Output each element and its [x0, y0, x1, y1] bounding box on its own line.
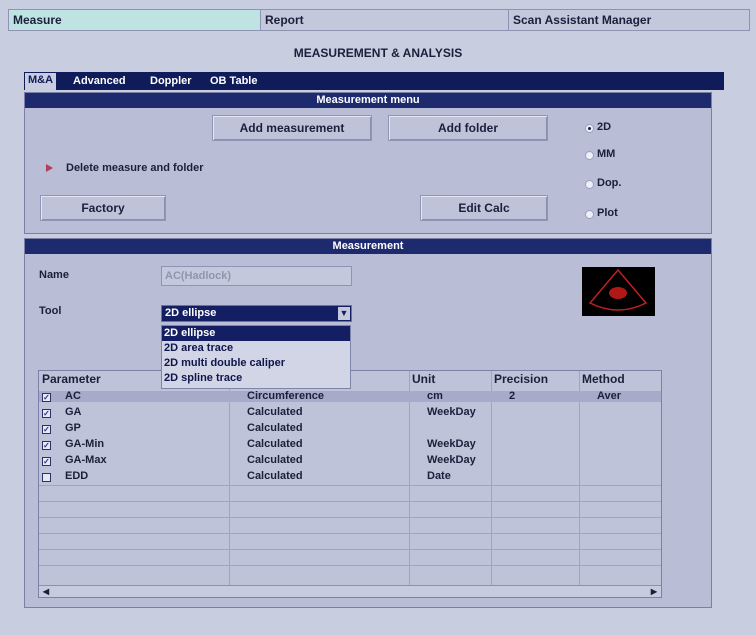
row-checkbox[interactable]	[42, 473, 51, 482]
page-title: MEASUREMENT & ANALYSIS	[293, 46, 463, 60]
row-divider	[39, 485, 661, 486]
tool-option[interactable]: 2D multi double caliper	[162, 356, 350, 371]
type-cell: Circumference	[247, 390, 325, 402]
tab-doppler[interactable]: Doppler	[147, 74, 195, 89]
delete-arrow-icon[interactable]	[46, 164, 53, 172]
tab-scan-assistant-manager[interactable]: Scan Assistant Manager	[508, 9, 750, 31]
mode-plot-radio[interactable]	[585, 210, 594, 219]
add-measurement-button[interactable]: Add measurement	[212, 115, 372, 141]
mode-2d-label: 2D	[597, 121, 612, 133]
unit-cell: Date	[427, 470, 451, 482]
chevron-down-icon[interactable]: ▼	[338, 307, 350, 320]
ultrasound-thumbnail	[582, 267, 655, 316]
horizontal-scrollbar[interactable]: ◀ ▶	[39, 585, 661, 597]
mode-mm-label: MM	[597, 148, 616, 160]
mode-mm-radio[interactable]	[585, 151, 594, 160]
unit-cell: WeekDay	[427, 454, 476, 466]
row-divider	[39, 565, 661, 566]
scroll-right-icon[interactable]: ▶	[649, 586, 659, 597]
tab-measure[interactable]: Measure	[8, 9, 261, 31]
parameter-cell: GA-Min	[65, 438, 105, 450]
tab-report[interactable]: Report	[260, 9, 509, 31]
measurement-table: Parameter Unit Precision Method ✓ AC Cir…	[38, 370, 662, 598]
delete-measure-and-folder-label[interactable]: Delete measure and folder	[66, 162, 204, 174]
unit-cell: cm	[427, 390, 443, 402]
type-cell: Calculated	[247, 422, 303, 434]
column-header-precision[interactable]: Precision	[491, 371, 578, 387]
row-checkbox[interactable]: ✓	[42, 393, 51, 402]
unit-cell: WeekDay	[427, 438, 476, 450]
mode-dop-label: Dop.	[597, 177, 622, 189]
row-checkbox[interactable]: ✓	[42, 457, 51, 466]
scroll-left-icon[interactable]: ◀	[41, 586, 51, 597]
tool-select-value: 2D ellipse	[165, 307, 217, 319]
row-checkbox[interactable]: ✓	[42, 409, 51, 418]
tab-ob-table[interactable]: OB Table	[207, 74, 260, 89]
measurement-menu-header: Measurement menu	[25, 93, 711, 108]
add-folder-button[interactable]: Add folder	[388, 115, 548, 141]
type-cell: Calculated	[247, 438, 303, 450]
sub-tab-bar	[24, 72, 724, 90]
name-field[interactable]: AC(Hadlock)	[161, 266, 352, 286]
table-row[interactable]: ✓ AC Circumference cm 2 Aver	[39, 391, 661, 402]
row-checkbox[interactable]: ✓	[42, 425, 51, 434]
edit-calc-button[interactable]: Edit Calc	[420, 195, 548, 221]
tab-advanced[interactable]: Advanced	[70, 74, 129, 89]
ultrasound-sector-icon	[588, 268, 648, 311]
measure-screen: Measure Report Scan Assistant Manager ME…	[0, 0, 756, 635]
tool-option[interactable]: 2D spline trace	[162, 371, 350, 386]
parameter-cell: EDD	[65, 470, 89, 482]
row-divider	[39, 549, 661, 550]
measurement-header: Measurement	[25, 239, 711, 254]
type-cell: Calculated	[247, 454, 303, 466]
tool-select[interactable]: 2D ellipse ▼	[161, 305, 352, 322]
tool-option[interactable]: 2D area trace	[162, 341, 350, 356]
tab-ma[interactable]: M&A	[25, 73, 57, 90]
table-row[interactable]: EDD Calculated Date	[39, 471, 661, 482]
table-row[interactable]: ✓ GA-Min Calculated WeekDay	[39, 439, 661, 450]
method-cell: Aver	[597, 390, 622, 402]
row-divider	[39, 533, 661, 534]
type-cell: Calculated	[247, 406, 303, 418]
parameter-cell: GA	[65, 406, 82, 418]
column-header-method[interactable]: Method	[579, 371, 661, 387]
tool-dropdown-list: 2D ellipse 2D area trace 2D multi double…	[161, 325, 351, 389]
table-row[interactable]: ✓ GA-Max Calculated WeekDay	[39, 455, 661, 466]
name-label: Name	[39, 269, 69, 281]
tool-label: Tool	[39, 305, 62, 317]
parameter-cell: AC	[65, 390, 81, 402]
factory-button[interactable]: Factory	[40, 195, 166, 221]
parameter-cell: GP	[65, 422, 81, 434]
unit-cell: WeekDay	[427, 406, 476, 418]
type-cell: Calculated	[247, 470, 303, 482]
mode-plot-label: Plot	[597, 207, 618, 219]
row-checkbox[interactable]: ✓	[42, 441, 51, 450]
mode-2d-radio[interactable]	[585, 124, 594, 133]
column-header-unit[interactable]: Unit	[409, 371, 490, 387]
table-row[interactable]: ✓ GP Calculated	[39, 423, 661, 434]
row-divider	[39, 517, 661, 518]
tool-option[interactable]: 2D ellipse	[162, 326, 350, 341]
table-row[interactable]: ✓ GA Calculated WeekDay	[39, 407, 661, 418]
parameter-cell: GA-Max	[65, 454, 107, 466]
mode-dop-radio[interactable]	[585, 180, 594, 189]
precision-cell: 2	[509, 390, 516, 402]
row-divider	[39, 501, 661, 502]
